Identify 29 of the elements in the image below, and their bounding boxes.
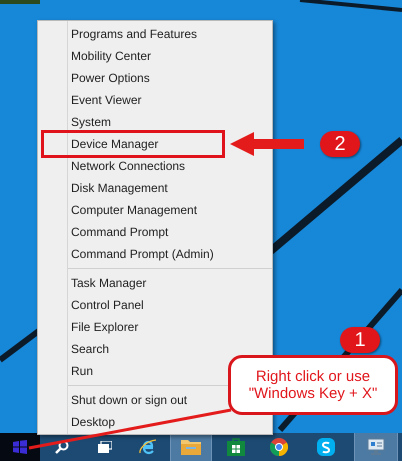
menu-item[interactable]: Mobility Center — [38, 45, 156, 67]
menu-item[interactable]: Disk Management — [38, 177, 172, 199]
menu-item[interactable]: Command Prompt (Admin) — [38, 243, 218, 265]
menu-item[interactable]: Power Options — [38, 67, 154, 89]
windows-logo-icon — [13, 440, 27, 454]
search-icon — [55, 440, 69, 454]
menu-item[interactable]: Run — [68, 360, 98, 382]
menu-item[interactable]: Shut down or sign out — [68, 389, 192, 411]
stacked-windows-icon — [98, 441, 112, 453]
menu-item[interactable]: File Explorer — [68, 316, 142, 338]
menu-item[interactable]: Computer Management — [38, 199, 202, 221]
taskbar-button[interactable] — [170, 433, 212, 461]
chrome-logo-icon — [270, 438, 288, 456]
menu-item[interactable]: Event Viewer — [38, 89, 146, 111]
monitor-icon — [367, 438, 385, 456]
menu-item[interactable]: Control Panel — [68, 294, 148, 316]
letter-s-bubble-icon — [317, 438, 335, 456]
menu-item[interactable]: Command Prompt — [38, 221, 172, 243]
menu-item[interactable]: Task Manager — [68, 272, 150, 294]
menu-item[interactable]: Device Manager — [44, 133, 222, 155]
menu-item[interactable]: System — [38, 111, 116, 133]
menu-item[interactable]: Network Connections — [38, 155, 190, 177]
letter-e-icon — [138, 437, 158, 457]
menu-item[interactable]: Desktop — [68, 411, 120, 433]
folder-icon — [180, 438, 202, 456]
menu-item[interactable]: Search — [68, 338, 114, 360]
callout-bubble: Right click or use "Windows Key + X" — [228, 355, 398, 415]
menu-item[interactable]: Programs and Features — [38, 23, 202, 45]
shopping-bag-icon — [227, 438, 245, 456]
